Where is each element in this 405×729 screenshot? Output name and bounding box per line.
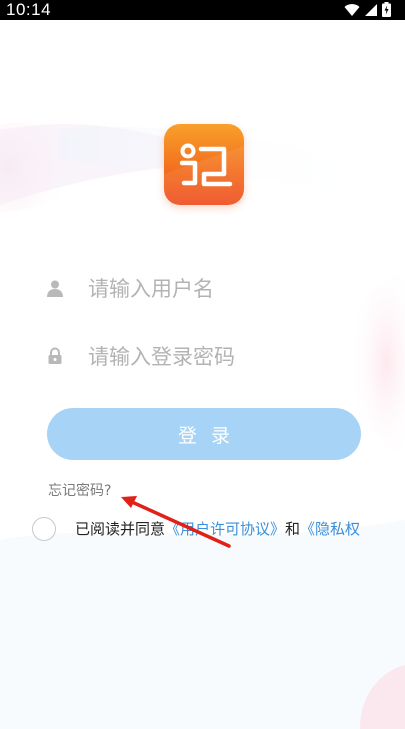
username-field — [46, 269, 366, 309]
password-field — [46, 337, 366, 377]
cellular-signal-icon — [365, 3, 377, 16]
status-time: 10:14 — [6, 0, 52, 19]
user-agreement-link[interactable]: 《用户许可协议》 — [165, 520, 285, 538]
agreement-prefix: 已阅读并同意 — [75, 520, 166, 538]
status-icons — [344, 2, 391, 17]
status-bar: 10:14 — [0, 0, 405, 20]
agreement-row: 已阅读并同意《用户许可协议》和《隐私权 — [32, 516, 405, 544]
app-logo-icon — [164, 124, 244, 205]
login-button[interactable]: 登录 — [47, 408, 361, 460]
lock-icon — [48, 347, 62, 364]
user-icon — [47, 280, 63, 297]
agreement-text: 已阅读并同意《用户许可协议》和《隐私权 — [75, 518, 380, 539]
forgot-password-link[interactable]: 忘记密码? — [48, 480, 111, 500]
username-input[interactable] — [88, 269, 358, 309]
battery-charging-icon — [382, 2, 391, 17]
password-input[interactable] — [88, 337, 358, 377]
wifi-icon — [344, 3, 360, 16]
privacy-policy-link[interactable]: 《隐私权 — [300, 520, 360, 538]
agreement-conjunction: 和 — [285, 520, 301, 538]
agreement-checkbox[interactable] — [32, 517, 56, 541]
